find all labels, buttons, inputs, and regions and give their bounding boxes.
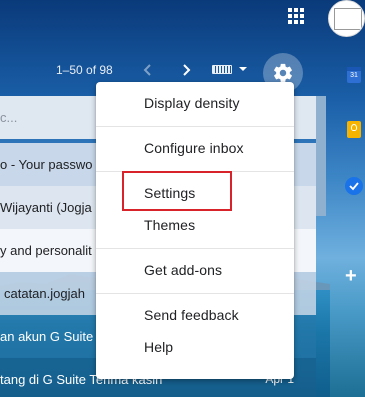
chevron-right-icon bbox=[183, 64, 191, 76]
chevron-left-icon bbox=[143, 64, 151, 76]
previous-page-button[interactable] bbox=[140, 60, 156, 80]
caret-down-icon bbox=[239, 67, 247, 71]
next-page-button[interactable] bbox=[178, 60, 194, 80]
account-logo-icon bbox=[334, 8, 362, 30]
menu-item-configure-inbox[interactable]: Configure inbox bbox=[144, 140, 244, 156]
mail-subject: an akun G Suite bbox=[0, 329, 94, 344]
keep-icon[interactable] bbox=[347, 121, 361, 138]
keyboard-icon bbox=[212, 65, 232, 74]
add-addon-icon[interactable]: + bbox=[345, 265, 357, 288]
mail-subject: o - Your passwo bbox=[0, 157, 93, 172]
apps-grid-icon[interactable] bbox=[288, 8, 304, 24]
menu-item-display-density[interactable]: Display density bbox=[144, 95, 240, 111]
mail-subject: Wijayanti (Jogja bbox=[0, 200, 92, 215]
mail-subject: catatan.jogjah bbox=[4, 286, 85, 301]
mail-subject: c... bbox=[0, 110, 18, 125]
scrollbar-thumb[interactable] bbox=[316, 96, 326, 216]
menu-divider bbox=[96, 126, 294, 127]
menu-item-themes[interactable]: Themes bbox=[144, 217, 195, 233]
settings-highlight-box bbox=[122, 171, 232, 211]
calendar-day: 31 bbox=[350, 72, 358, 79]
tasks-icon[interactable] bbox=[345, 177, 363, 195]
menu-divider bbox=[96, 248, 294, 249]
input-tools-button[interactable] bbox=[212, 64, 248, 76]
settings-menu: Display density Configure inbox Settings… bbox=[96, 82, 294, 379]
side-panel: 31 + bbox=[330, 37, 365, 397]
account-avatar[interactable] bbox=[328, 0, 365, 37]
pager-count: 1–50 of 98 bbox=[56, 63, 113, 77]
menu-item-send-feedback[interactable]: Send feedback bbox=[144, 307, 239, 323]
gear-icon bbox=[274, 63, 292, 83]
calendar-icon[interactable]: 31 bbox=[347, 67, 361, 83]
menu-item-help[interactable]: Help bbox=[144, 339, 173, 355]
mail-subject: y and personalit bbox=[0, 243, 92, 258]
menu-item-get-addons[interactable]: Get add-ons bbox=[144, 262, 222, 278]
menu-divider bbox=[96, 293, 294, 294]
